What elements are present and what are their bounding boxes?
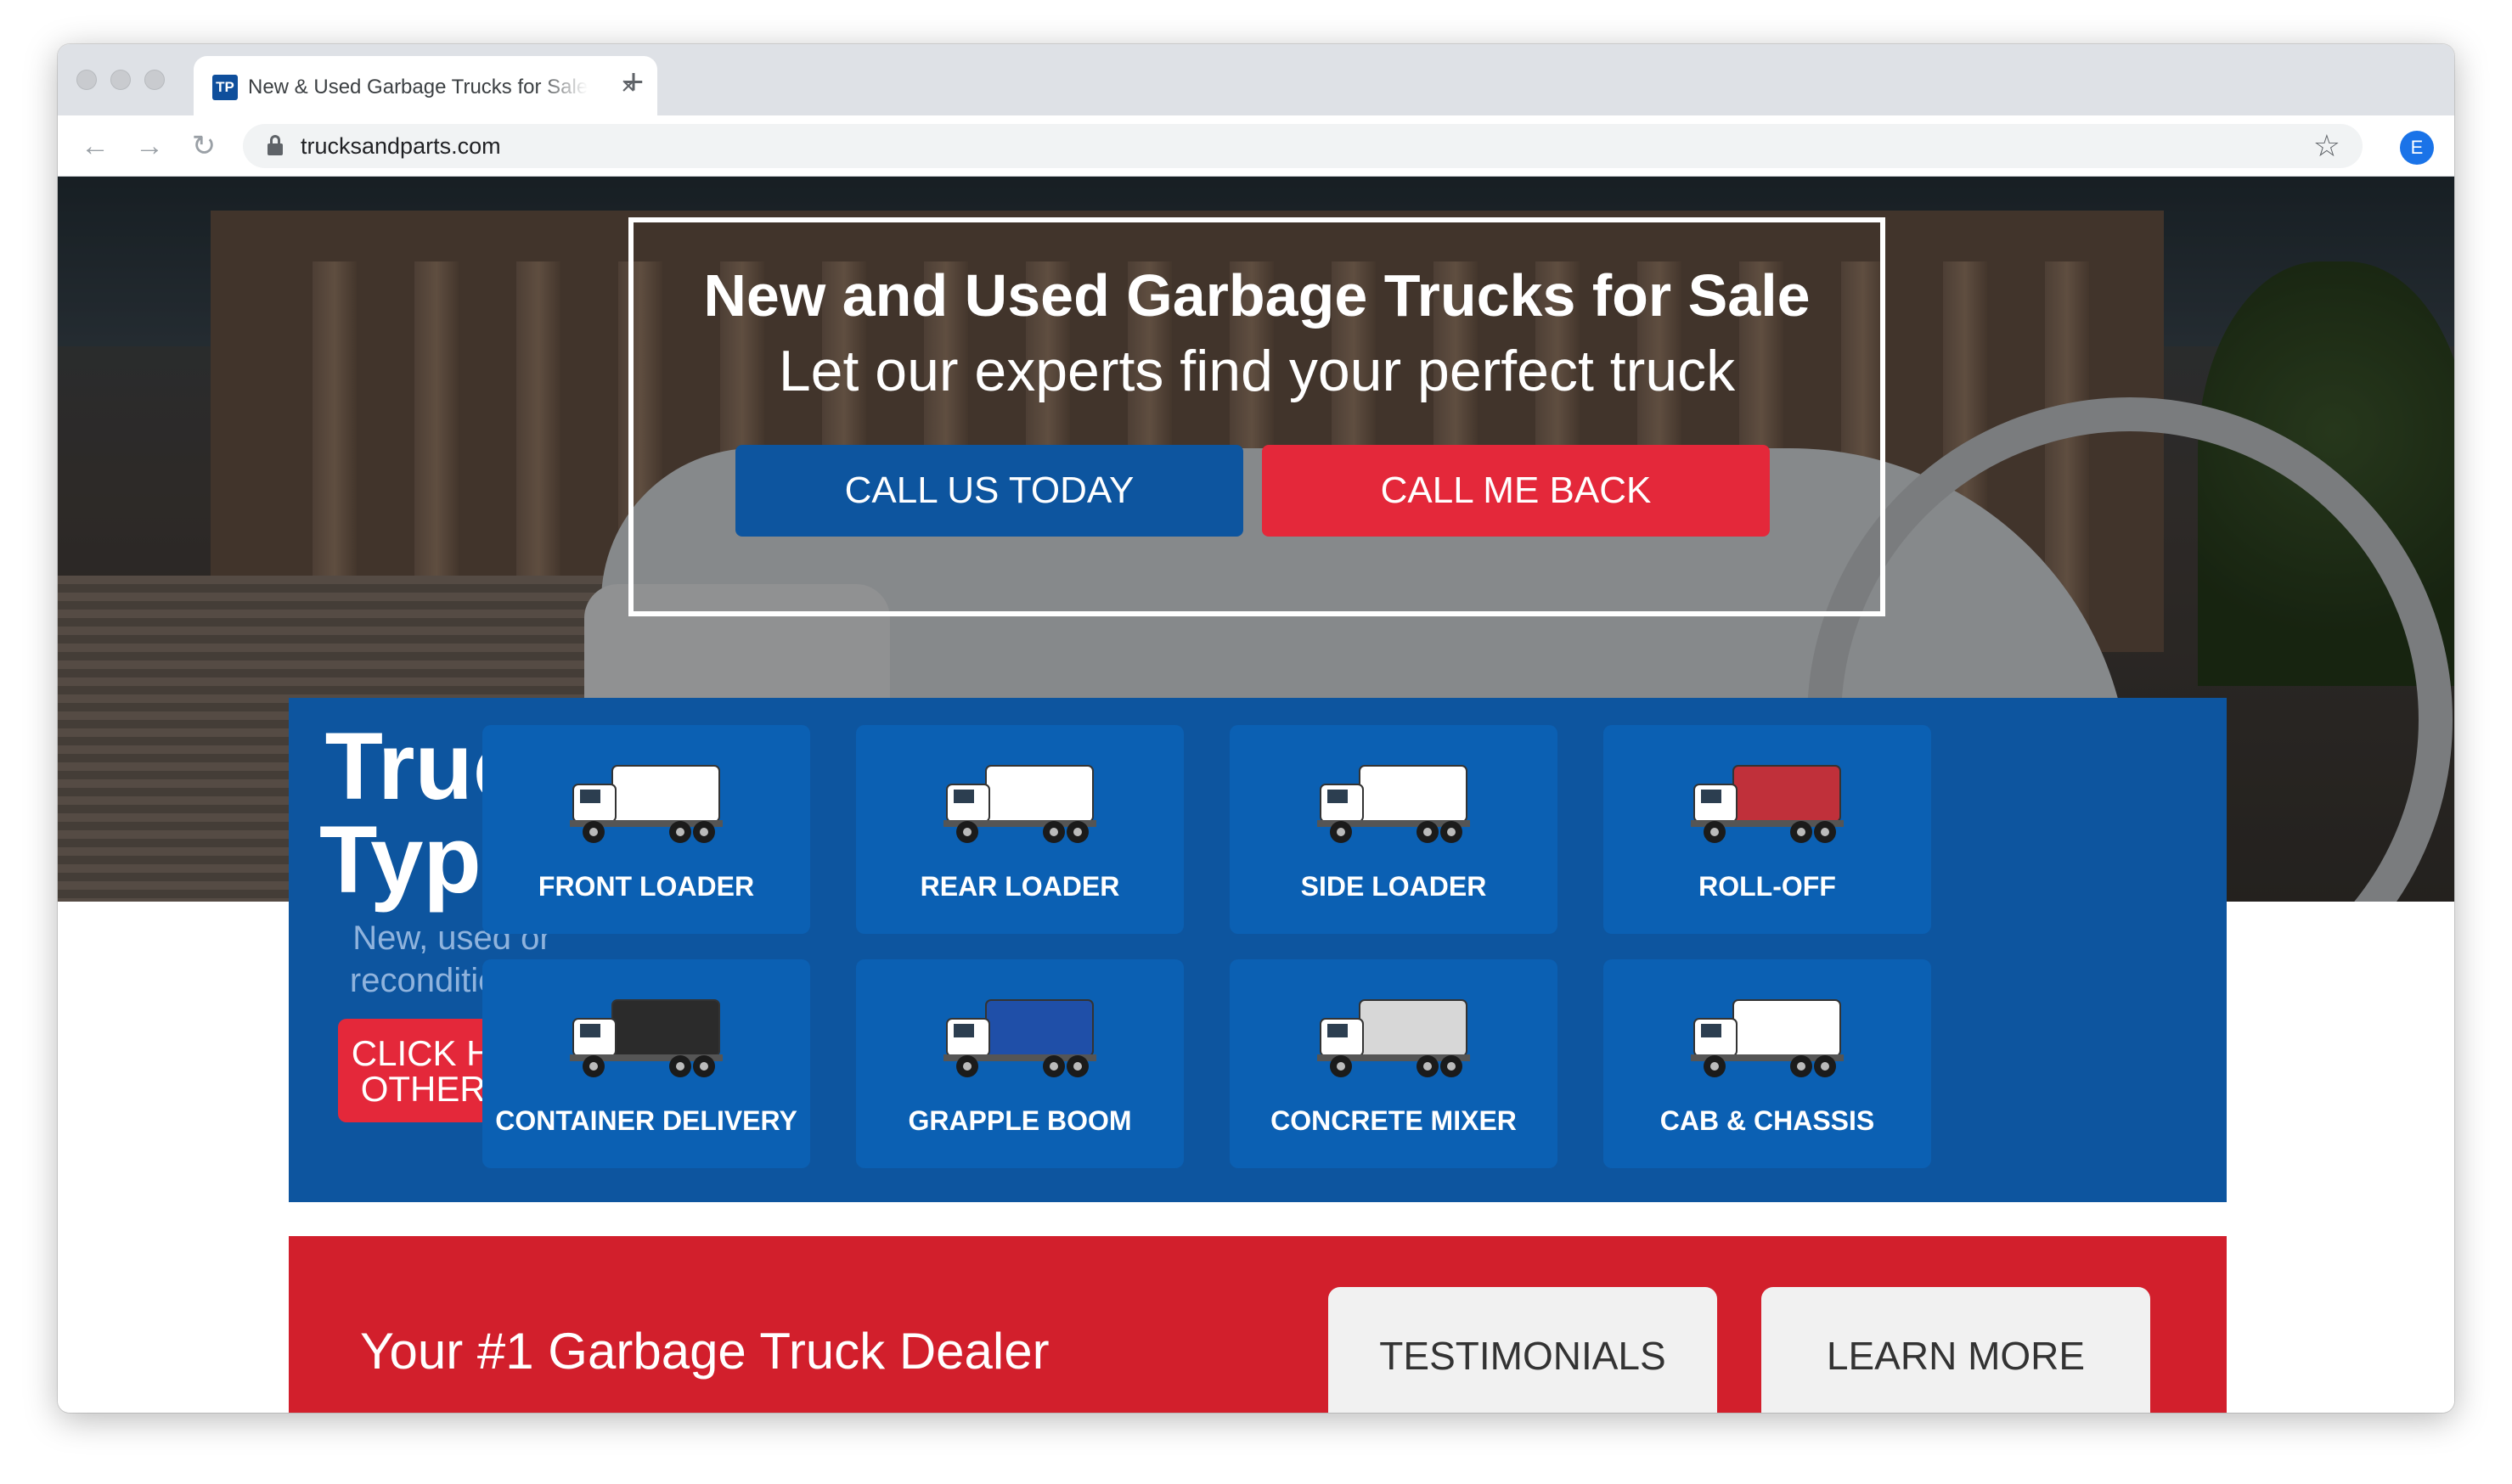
learn-more-label: LEARN MORE (1826, 1334, 2086, 1378)
tab-title: New & Used Garbage Trucks for Sale (248, 76, 588, 98)
site-favicon-icon: TP (212, 75, 238, 100)
minimize-window-button[interactable] (110, 70, 131, 90)
web-page: New and Used Garbage Trucks for Sale Let… (58, 177, 2454, 1413)
side-loader-truck-icon (1317, 765, 1470, 843)
tab-strip: TP New & Used Garbage Trucks for Sale × … (58, 44, 2454, 115)
truck-type-card[interactable]: CONTAINER DELIVERY (482, 959, 810, 1168)
browser-window: TP New & Used Garbage Trucks for Sale × … (58, 44, 2454, 1413)
grapple-boom-truck-icon (943, 999, 1096, 1077)
call-us-today-button[interactable]: CALL US TODAY (735, 445, 1243, 537)
truck-type-label: CAB & CHASSIS (1659, 1105, 1875, 1136)
concrete-mixer-truck-icon (1317, 999, 1470, 1077)
dealer-title: Your #1 Garbage Truck Dealer (360, 1323, 1050, 1380)
hero-subtitle: Let our experts find your perfect truck (778, 339, 1736, 403)
front-loader-truck-icon (570, 765, 723, 843)
close-window-button[interactable] (76, 70, 97, 90)
profile-avatar[interactable]: E (2400, 131, 2434, 165)
truck-type-card[interactable]: FRONT LOADER (482, 725, 810, 934)
truck-types-panel: Truck Types New, used or reconditioned C… (289, 698, 2227, 1202)
maximize-window-button[interactable] (144, 70, 165, 90)
truck-type-card[interactable]: SIDE LOADER (1230, 725, 1557, 934)
truck-type-card[interactable]: REAR LOADER (856, 725, 1184, 934)
browser-menu-icon[interactable]: ⋮ (2444, 127, 2454, 165)
roll-off-truck-icon (1691, 765, 1844, 843)
hero-title: New and Used Garbage Trucks for Sale (703, 262, 1811, 329)
forward-arrow-icon[interactable]: → (131, 127, 168, 165)
lock-icon (267, 135, 284, 157)
active-tab[interactable]: TP New & Used Garbage Trucks for Sale × (194, 56, 657, 115)
new-tab-icon[interactable]: + (615, 63, 652, 100)
dealer-banner: Your #1 Garbage Truck Dealer TESTIMONIAL… (289, 1236, 2227, 1413)
truck-type-label: REAR LOADER (920, 871, 1120, 902)
truck-type-label: SIDE LOADER (1300, 871, 1487, 902)
reload-icon[interactable]: ↻ (185, 127, 222, 165)
truck-type-card[interactable]: GRAPPLE BOOM (856, 959, 1184, 1168)
testimonials-button[interactable]: TESTIMONIALS (1328, 1287, 1717, 1413)
browser-toolbar: ← → ↻ trucksandparts.com ☆ E ⋮ (58, 115, 2454, 177)
testimonials-label: TESTIMONIALS (1379, 1334, 1666, 1378)
truck-type-card[interactable]: CAB & CHASSIS (1603, 959, 1931, 1168)
rear-loader-truck-icon (943, 765, 1096, 843)
truck-type-card[interactable]: ROLL-OFF (1603, 725, 1931, 934)
truck-type-label: FRONT LOADER (538, 871, 755, 902)
learn-more-button[interactable]: LEARN MORE (1761, 1287, 2150, 1413)
cab-chassis-truck-icon (1691, 999, 1844, 1077)
truck-type-label: ROLL-OFF (1698, 871, 1836, 902)
truck-type-label: CONTAINER DELIVERY (495, 1105, 797, 1136)
back-arrow-icon[interactable]: ← (76, 127, 114, 165)
address-bar[interactable]: trucksandparts.com ☆ (243, 124, 2363, 168)
truck-type-label: GRAPPLE BOOM (908, 1105, 1132, 1136)
url-text[interactable]: trucksandparts.com (301, 132, 501, 160)
truck-type-label: CONCRETE MIXER (1270, 1105, 1517, 1136)
container-delivery-truck-icon (570, 999, 723, 1077)
hero-callout-box: New and Used Garbage Trucks for Sale Let… (628, 217, 1885, 616)
bookmark-star-icon[interactable]: ☆ (2313, 129, 2340, 163)
truck-type-card[interactable]: CONCRETE MIXER (1230, 959, 1557, 1168)
call-me-back-button[interactable]: CALL ME BACK (1262, 445, 1770, 537)
